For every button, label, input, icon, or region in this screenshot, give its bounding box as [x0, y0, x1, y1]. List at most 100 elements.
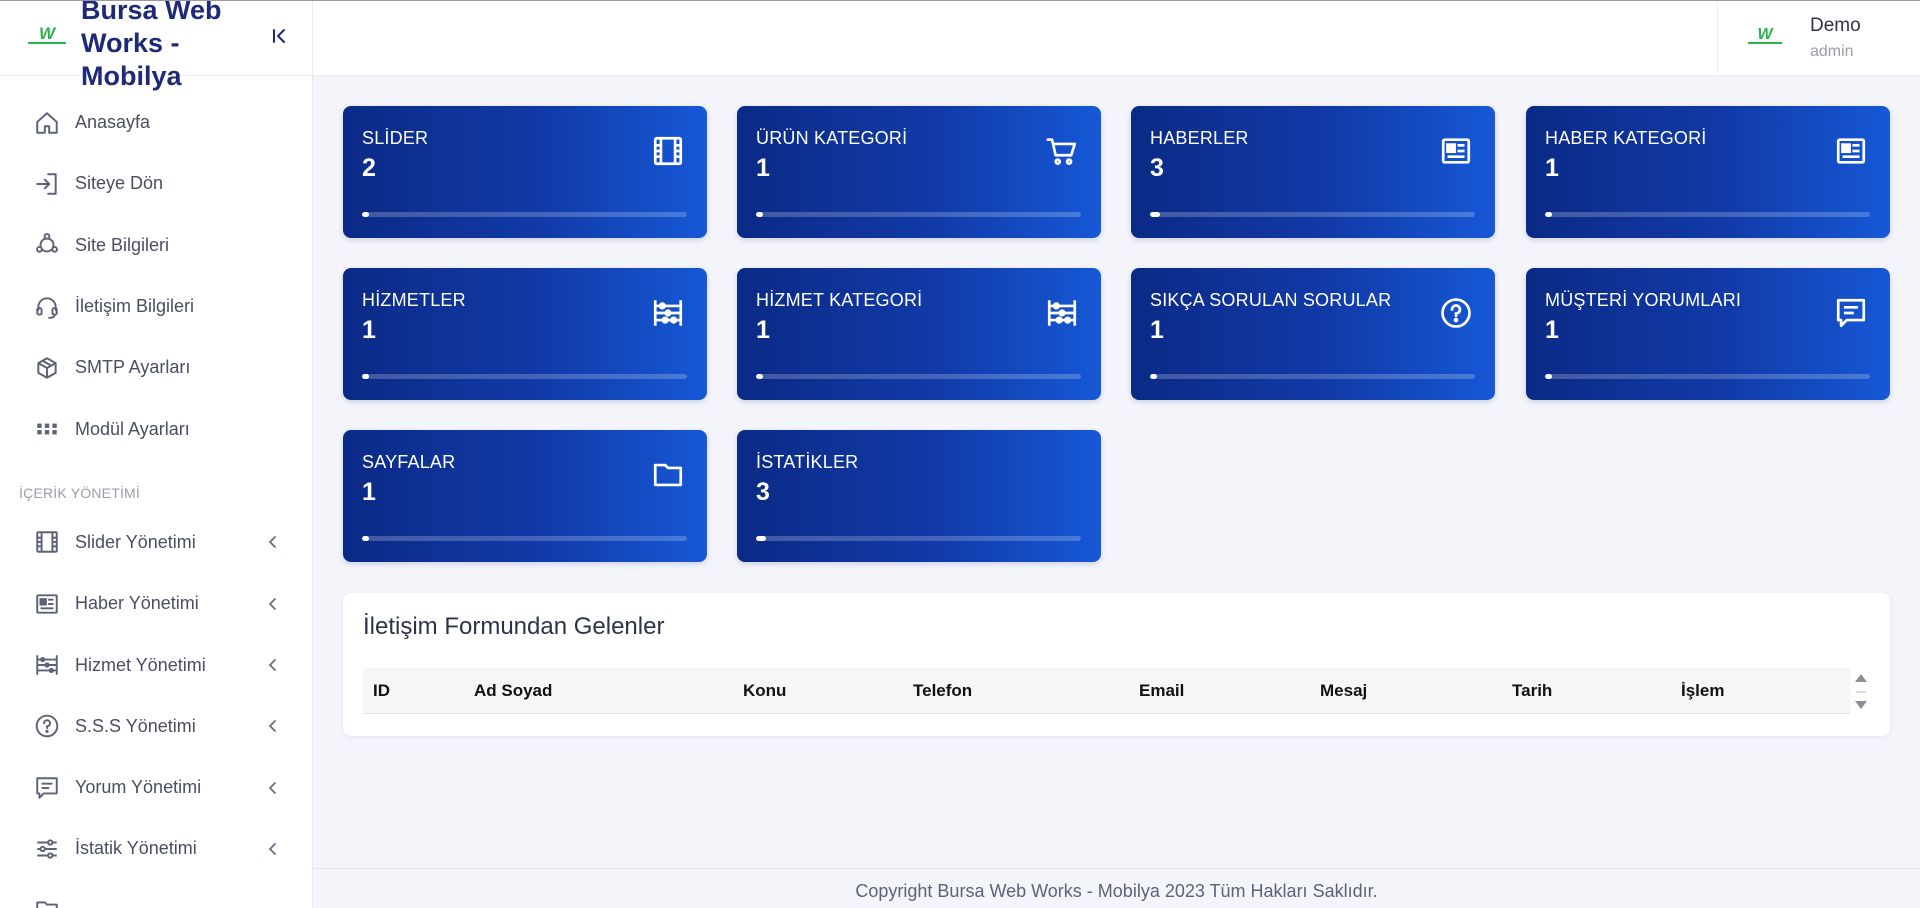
column-header-email[interactable]: Email	[1139, 668, 1184, 714]
column-header-islem[interactable]: İşlem	[1681, 668, 1724, 714]
stat-card-value: 1	[362, 478, 376, 506]
stat-card-progress-fill	[756, 212, 763, 217]
stat-card-progress	[756, 212, 1081, 217]
stat-card-progress	[756, 374, 1081, 379]
sidebar-item-label: S.S.S Yönetimi	[75, 715, 196, 736]
cart-icon	[1045, 134, 1079, 168]
stat-card-title: HİZMET KATEGORİ	[756, 290, 923, 310]
stat-card-progress	[1150, 212, 1475, 217]
sidebar-item-label: Siteye Dön	[75, 173, 164, 194]
column-header-ad-soyad[interactable]: Ad Soyad	[474, 668, 552, 714]
sidebar-menu: Anasayfa Siteye Dön Site Bilgileri İleti…	[0, 76, 312, 908]
contact-messages-panel: İletişim Formundan Gelenler ID Ad Soyad …	[343, 593, 1890, 736]
stat-card-progress	[1150, 374, 1475, 379]
sort-arrows-icon[interactable]	[1853, 671, 1869, 713]
abacus-icon	[1045, 296, 1079, 330]
brand: W Bursa Web Works - Mobilya	[0, 0, 312, 91]
stat-card-value: 3	[1150, 154, 1164, 182]
brand-logo[interactable]: W	[24, 24, 70, 48]
user-name: Demo	[1810, 15, 1861, 36]
user-role: admin	[1810, 43, 1854, 60]
sidebar-item-label: Site Bilgileri	[75, 234, 170, 255]
footer: Copyright Bursa Web Works - Mobilya 2023…	[313, 868, 1920, 908]
stat-card-haber-kategori[interactable]: HABER KATEGORİ 1	[1526, 106, 1890, 238]
login-icon	[33, 170, 61, 198]
column-header-mesaj[interactable]: Mesaj	[1320, 668, 1367, 714]
stat-card-sik-a-sorulan-sorular[interactable]: SIKÇA SORULAN SORULAR 1	[1131, 268, 1495, 400]
box-icon	[33, 354, 61, 382]
sidebar-item-modul-ayarlari[interactable]: Modül Ayarları	[0, 398, 312, 459]
stat-card-value: 1	[756, 154, 770, 182]
sidebar-item-haber-yonetimi[interactable]: Haber Yönetimi	[0, 573, 312, 634]
stat-card-title: HABERLER	[1150, 128, 1249, 148]
stat-card-title: ÜRÜN KATEGORİ	[756, 128, 908, 148]
sidebar-item-label: Haber Yönetimi	[75, 593, 199, 614]
abacus-icon	[651, 296, 685, 330]
stat-card-progress	[1545, 212, 1870, 217]
user-menu[interactable]: W Demo admin	[1717, 1, 1920, 76]
hub-icon	[33, 231, 61, 259]
sidebar-collapse-icon[interactable]	[268, 24, 292, 48]
chevron-left-icon	[268, 597, 276, 610]
stat-card-progress-fill	[1150, 374, 1157, 379]
comment-icon	[1834, 296, 1868, 330]
stat-card-title: SIKÇA SORULAN SORULAR	[1150, 290, 1392, 310]
sidebar-item-partial[interactable]	[0, 880, 312, 908]
stat-card-title: İSTATİKLER	[756, 452, 859, 472]
stat-card-title: SLİDER	[362, 128, 429, 148]
stat-card-haberler[interactable]: HABERLER 3	[1131, 106, 1495, 238]
sidebar-item-label: Anasayfa	[75, 112, 151, 133]
stat-card-value: 1	[1150, 316, 1164, 344]
home-icon	[33, 109, 61, 137]
sidebar-item-siteye-don[interactable]: Siteye Dön	[0, 153, 312, 214]
brand-name[interactable]: Bursa Web Works - Mobilya	[81, 0, 241, 93]
stat-card-sayfalar[interactable]: SAYFALAR 1	[343, 430, 707, 562]
sidebar-item-hizmet-yonetimi[interactable]: Hizmet Yönetimi	[0, 634, 312, 695]
stat-card-progress-fill	[362, 212, 369, 217]
stat-card-progress-fill	[1545, 212, 1552, 217]
stat-card-progress-fill	[756, 374, 763, 379]
news-icon	[33, 590, 61, 618]
sidebar-item-slider-yonetimi[interactable]: Slider Yönetimi	[0, 512, 312, 573]
window-top-line	[0, 0, 1920, 1]
stat-card-progress-fill	[1150, 212, 1160, 217]
stat-card-i-stati-kler[interactable]: İSTATİKLER 3	[737, 430, 1101, 562]
stat-card-r-n-kategori[interactable]: ÜRÜN KATEGORİ 1	[737, 106, 1101, 238]
column-header-id[interactable]: ID	[373, 668, 390, 714]
sidebar-item-sss-yonetimi[interactable]: S.S.S Yönetimi	[0, 696, 312, 757]
chevron-left-icon	[268, 659, 276, 671]
stat-card-sli-der[interactable]: SLİDER 2	[343, 106, 707, 238]
section-title-icerik: İÇERİK YÖNETİMİ	[19, 484, 140, 501]
folder-icon	[651, 458, 685, 492]
stat-card-hi-zmet-kategori[interactable]: HİZMET KATEGORİ 1	[737, 268, 1101, 400]
stat-card-m-teri-yorumlari[interactable]: MÜŞTERİ YORUMLARI 1	[1526, 268, 1890, 400]
column-header-tarih[interactable]: Tarih	[1512, 668, 1552, 714]
sidebar-item-iletisim-bilgileri[interactable]: İletişim Bilgileri	[0, 276, 312, 337]
stat-card-title: SAYFALAR	[362, 452, 456, 472]
sidebar-item-label: İletişim Bilgileri	[75, 296, 195, 317]
user-avatar-logo: W	[1748, 26, 1782, 44]
sidebar-item-label: Modül Ayarları	[75, 418, 190, 439]
footer-copyright: Copyright Bursa Web Works - Mobilya 2023…	[855, 881, 1378, 901]
chevron-left-icon	[268, 781, 276, 794]
sliders-icon	[33, 835, 61, 863]
panel-title: İletişim Formundan Gelenler	[363, 613, 665, 640]
sidebar-item-site-bilgileri[interactable]: Site Bilgileri	[0, 215, 312, 276]
stat-card-progress	[1545, 374, 1870, 379]
sidebar-item-istatik-yonetimi[interactable]: İstatik Yönetimi	[0, 818, 312, 879]
sidebar-item-smtp-ayarlari[interactable]: SMTP Ayarları	[0, 337, 312, 398]
stat-card-value: 3	[756, 478, 770, 506]
comment-icon	[33, 774, 61, 802]
news-icon	[1834, 134, 1868, 168]
svg-text:W: W	[39, 24, 57, 43]
stat-card-progress-fill	[756, 536, 766, 541]
sidebar-item-yorum-yonetimi[interactable]: Yorum Yönetimi	[0, 757, 312, 818]
column-header-telefon[interactable]: Telefon	[913, 668, 972, 714]
sidebar-item-anasayfa[interactable]: Anasayfa	[0, 92, 312, 153]
column-header-konu[interactable]: Konu	[743, 668, 786, 714]
svg-text:W: W	[1757, 26, 1774, 43]
stat-card-hi-zmetler[interactable]: HİZMETLER 1	[343, 268, 707, 400]
stat-card-progress-fill	[362, 374, 369, 379]
stat-card-progress	[362, 212, 687, 217]
stat-card-progress	[756, 536, 1081, 541]
